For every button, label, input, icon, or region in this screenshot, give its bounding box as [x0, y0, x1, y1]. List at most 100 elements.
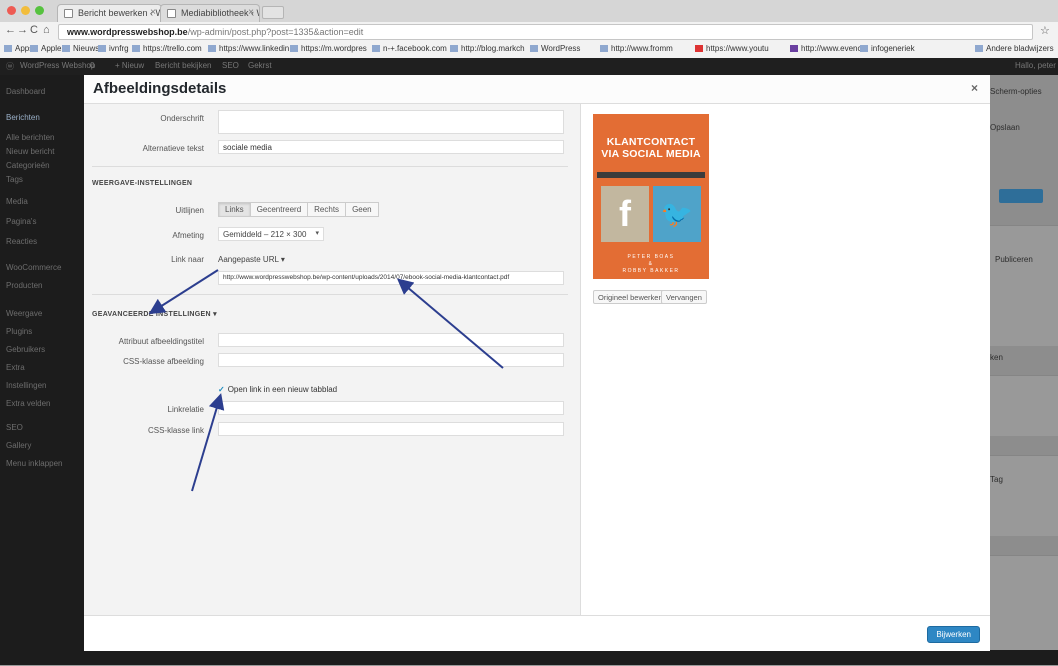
cover-title-line: VIA SOCIAL MEDIA — [601, 148, 701, 160]
user-greeting[interactable]: Hallo, peter — [1015, 61, 1056, 70]
align-center-button[interactable]: Gecentreerd — [251, 203, 309, 216]
align-left-button[interactable]: Links — [219, 203, 251, 216]
folder-icon — [98, 45, 106, 52]
wp-logo-icon[interactable]: ⓦ — [6, 61, 14, 72]
sidebar-item-categories[interactable]: Categorieën — [6, 161, 50, 170]
home-icon[interactable]: ⌂ — [43, 24, 50, 36]
open-new-tab-checkbox[interactable]: ✓ Open link in een nieuw tabblad — [218, 385, 337, 394]
site-name[interactable]: WordPress Webshop — [20, 61, 95, 70]
sidebar-item-plugins[interactable]: Plugins — [6, 327, 32, 336]
sidebar-item-collapse[interactable]: Menu inklappen — [6, 459, 62, 468]
close-icon[interactable]: × — [971, 81, 978, 95]
modal-title: Afbeeldingsdetails — [93, 80, 227, 97]
custom-url-input[interactable]: http://www.wordpresswebshop.be/wp-conten… — [218, 271, 564, 285]
screen-options-text[interactable]: Scherm-opties — [990, 87, 1042, 96]
size-select[interactable]: Gemiddeld – 212 × 300 ▾ — [218, 227, 324, 241]
youtube-icon — [695, 45, 703, 52]
bookmark-item[interactable]: WordPress — [530, 44, 580, 53]
bookmark-item[interactable]: https://www.youtu — [695, 44, 769, 53]
sidebar-item-users[interactable]: Gebruikers — [6, 345, 45, 354]
sidebar-item-media[interactable]: Media — [6, 197, 28, 206]
save-text: Opslaan — [990, 123, 1020, 132]
cover-title: KLANTCONTACT VIA SOCIAL MEDIA — [593, 136, 709, 160]
star-icon[interactable]: ☆ — [1040, 24, 1050, 37]
update-button-bg — [999, 189, 1043, 203]
sidebar-item-all-posts[interactable]: Alle berichten — [6, 133, 54, 142]
back-icon[interactable]: ← — [5, 24, 16, 36]
edit-original-button[interactable]: Origineel bewerken — [593, 290, 668, 304]
browser-tab[interactable]: Mediabibliotheek ‹ Word × — [160, 4, 260, 22]
update-button[interactable]: Bijwerken — [927, 626, 980, 643]
sidebar-item-tools[interactable]: Extra — [6, 363, 25, 372]
sidebar-item-new-post[interactable]: Nieuw bericht — [6, 147, 54, 156]
link-rel-input[interactable] — [218, 401, 564, 415]
size-label: Afmeting — [172, 231, 204, 240]
bookmark-item[interactable]: Apps — [4, 44, 33, 53]
bookmark-item[interactable]: https://m.wordpres — [290, 44, 367, 53]
close-tab-icon[interactable]: × — [150, 7, 156, 18]
bookmark-item[interactable]: http://blog.markch — [450, 44, 525, 53]
page-icon — [208, 45, 216, 52]
maximize-window-button[interactable] — [35, 6, 44, 15]
size-value: Gemiddeld – 212 × 300 — [223, 230, 307, 239]
bookmark-item[interactable]: http://www.evenco — [790, 44, 866, 53]
sidebar-item-posts[interactable]: Berichten — [6, 113, 40, 122]
browser-tab-active[interactable]: Bericht bewerken ‹ Word × — [57, 4, 162, 22]
cover-author: PETER BOAS — [627, 254, 675, 260]
image-css-class-label: CSS-klasse afbeelding — [123, 357, 204, 366]
close-window-button[interactable] — [7, 6, 16, 15]
book-cover-image: KLANTCONTACT VIA SOCIAL MEDIA f 🐦 PETER … — [593, 114, 709, 279]
address-bar: ← → C ⌂ www.wordpresswebshop.be/wp-admin… — [0, 22, 1058, 43]
editor-background-bottom — [84, 650, 1058, 665]
replace-button[interactable]: Vervangen — [661, 290, 707, 304]
image-preview-pane: KLANTCONTACT VIA SOCIAL MEDIA f 🐦 PETER … — [581, 104, 990, 615]
new-item[interactable]: + Nieuw — [115, 61, 144, 70]
image-title-input[interactable] — [218, 333, 564, 347]
advanced-settings-toggle[interactable]: GEAVANCEERDE INSTELLINGEN ▾ — [92, 310, 217, 318]
sidebar-item-products[interactable]: Producten — [6, 281, 42, 290]
sidebar-item-gallery[interactable]: Gallery — [6, 441, 31, 450]
bookmark-item[interactable]: Andere bladwijzers — [975, 44, 1054, 53]
sidebar-item-appearance[interactable]: Weergave — [6, 309, 42, 318]
image-css-class-input[interactable] — [218, 353, 564, 367]
bookmark-item[interactable]: Apple — [30, 44, 61, 53]
twitter-glyph: 🐦 — [660, 199, 694, 229]
new-tab-button[interactable] — [262, 6, 284, 19]
display-settings-heading: WEERGAVE-INSTELLINGEN — [92, 180, 193, 187]
chevron-down-icon: ▾ — [213, 311, 217, 318]
view-post-link[interactable]: Bericht bekijken — [155, 61, 211, 70]
admin-bar-item[interactable]: Gekrst — [248, 61, 272, 70]
cover-author: ROBBY BAKKER — [622, 268, 680, 274]
forward-icon[interactable]: → — [17, 24, 28, 36]
caption-textarea[interactable] — [218, 110, 564, 134]
facebook-icon — [372, 45, 380, 52]
sidebar-item-comments[interactable]: Reacties — [6, 237, 37, 246]
bookmark-item[interactable]: https://www.linkedin — [208, 44, 289, 53]
sidebar-item-pages[interactable]: Pagina's — [6, 217, 36, 226]
bookmark-item[interactable]: http://www.fromm — [600, 44, 673, 53]
sidebar-item-seo[interactable]: SEO — [6, 423, 23, 432]
sidebar-item-dashboard[interactable]: Dashboard — [6, 87, 45, 96]
minimize-window-button[interactable] — [21, 6, 30, 15]
sidebar-item-tags[interactable]: Tags — [6, 175, 23, 184]
sidebar-item-woocommerce[interactable]: WooCommerce — [6, 263, 61, 272]
link-to-select[interactable]: Aangepaste URL ▾ — [218, 255, 285, 264]
tag-text: Tag — [990, 475, 1003, 484]
close-tab-icon[interactable]: × — [248, 7, 254, 18]
bookmark-item[interactable]: ivnfrg — [98, 44, 129, 53]
bookmark-item[interactable]: n-+.facebook.com — [372, 44, 447, 53]
bookmark-item[interactable]: Nieuws — [62, 44, 99, 53]
comments-count[interactable]: 0 — [90, 61, 94, 70]
wordpress-icon — [167, 9, 176, 18]
align-none-button[interactable]: Geen — [346, 203, 378, 216]
align-right-button[interactable]: Rechts — [308, 203, 347, 216]
seo-menu[interactable]: SEO — [222, 61, 239, 70]
sidebar-item-extra-fields[interactable]: Extra velden — [6, 399, 50, 408]
bookmark-item[interactable]: https://trello.com — [132, 44, 202, 53]
url-input[interactable]: www.wordpresswebshop.be/wp-admin/post.ph… — [58, 24, 1033, 40]
sidebar-item-settings[interactable]: Instellingen — [6, 381, 46, 390]
alt-text-input[interactable]: sociale media — [218, 140, 564, 154]
reload-icon[interactable]: C — [30, 24, 38, 36]
link-css-class-input[interactable] — [218, 422, 564, 436]
bookmark-item[interactable]: infogeneriek — [860, 44, 915, 53]
